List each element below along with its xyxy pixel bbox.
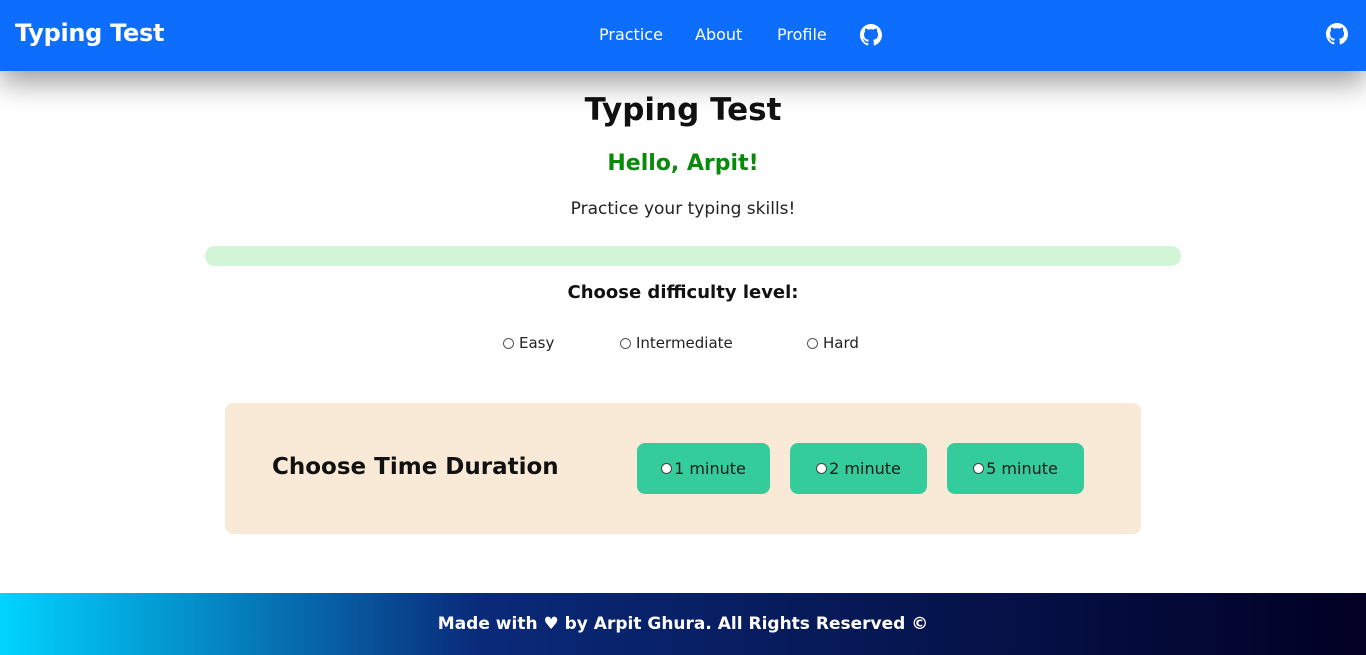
time-option-1-minute[interactable]: 1 minute <box>637 443 770 494</box>
difficulty-option-easy[interactable]: Easy <box>503 333 554 353</box>
nav-link-profile[interactable]: Profile <box>777 25 827 44</box>
radio-button[interactable] <box>503 337 514 349</box>
footer: Made with ♥ by Arpit Ghura. All Rights R… <box>0 593 1366 655</box>
time-option-label: 1 minute <box>674 459 746 478</box>
radio-button[interactable] <box>973 463 985 474</box>
navbar: Typing Test Practice About Profile <box>0 0 1366 71</box>
time-duration-panel: Choose Time Duration 1 minute 2 minute 5… <box>225 403 1141 534</box>
nav-link-practice[interactable]: Practice <box>599 25 663 44</box>
difficulty-option-label: Easy <box>519 334 555 352</box>
difficulty-heading: Choose difficulty level: <box>567 282 799 303</box>
difficulty-option-label: Intermediate <box>636 334 733 352</box>
time-option-label: 2 minute <box>829 459 901 478</box>
progress-bar <box>205 246 1181 266</box>
time-duration-heading: Choose Time Duration <box>272 454 559 480</box>
difficulty-option-hard[interactable]: Hard <box>807 333 859 353</box>
page-title: Typing Test <box>584 92 782 128</box>
github-icon[interactable] <box>860 24 882 46</box>
nav-links: Practice About Profile <box>0 0 1366 71</box>
time-option-label: 5 minute <box>986 459 1058 478</box>
time-option-5-minute[interactable]: 5 minute <box>947 443 1084 494</box>
footer-text: Made with ♥ by Arpit Ghura. All Rights R… <box>437 614 929 634</box>
greeting-text: Hello, Arpit! <box>607 151 759 176</box>
radio-button[interactable] <box>620 337 631 349</box>
time-option-2-minute[interactable]: 2 minute <box>790 443 927 494</box>
difficulty-option-intermediate[interactable]: Intermediate <box>620 333 733 353</box>
radio-button[interactable] <box>661 463 673 474</box>
github-icon[interactable] <box>1326 23 1348 45</box>
nav-link-about[interactable]: About <box>695 25 742 44</box>
subtitle-text: Practice your typing skills! <box>570 199 796 219</box>
difficulty-option-label: Hard <box>823 334 859 352</box>
radio-button[interactable] <box>816 463 828 474</box>
radio-button[interactable] <box>807 337 818 349</box>
